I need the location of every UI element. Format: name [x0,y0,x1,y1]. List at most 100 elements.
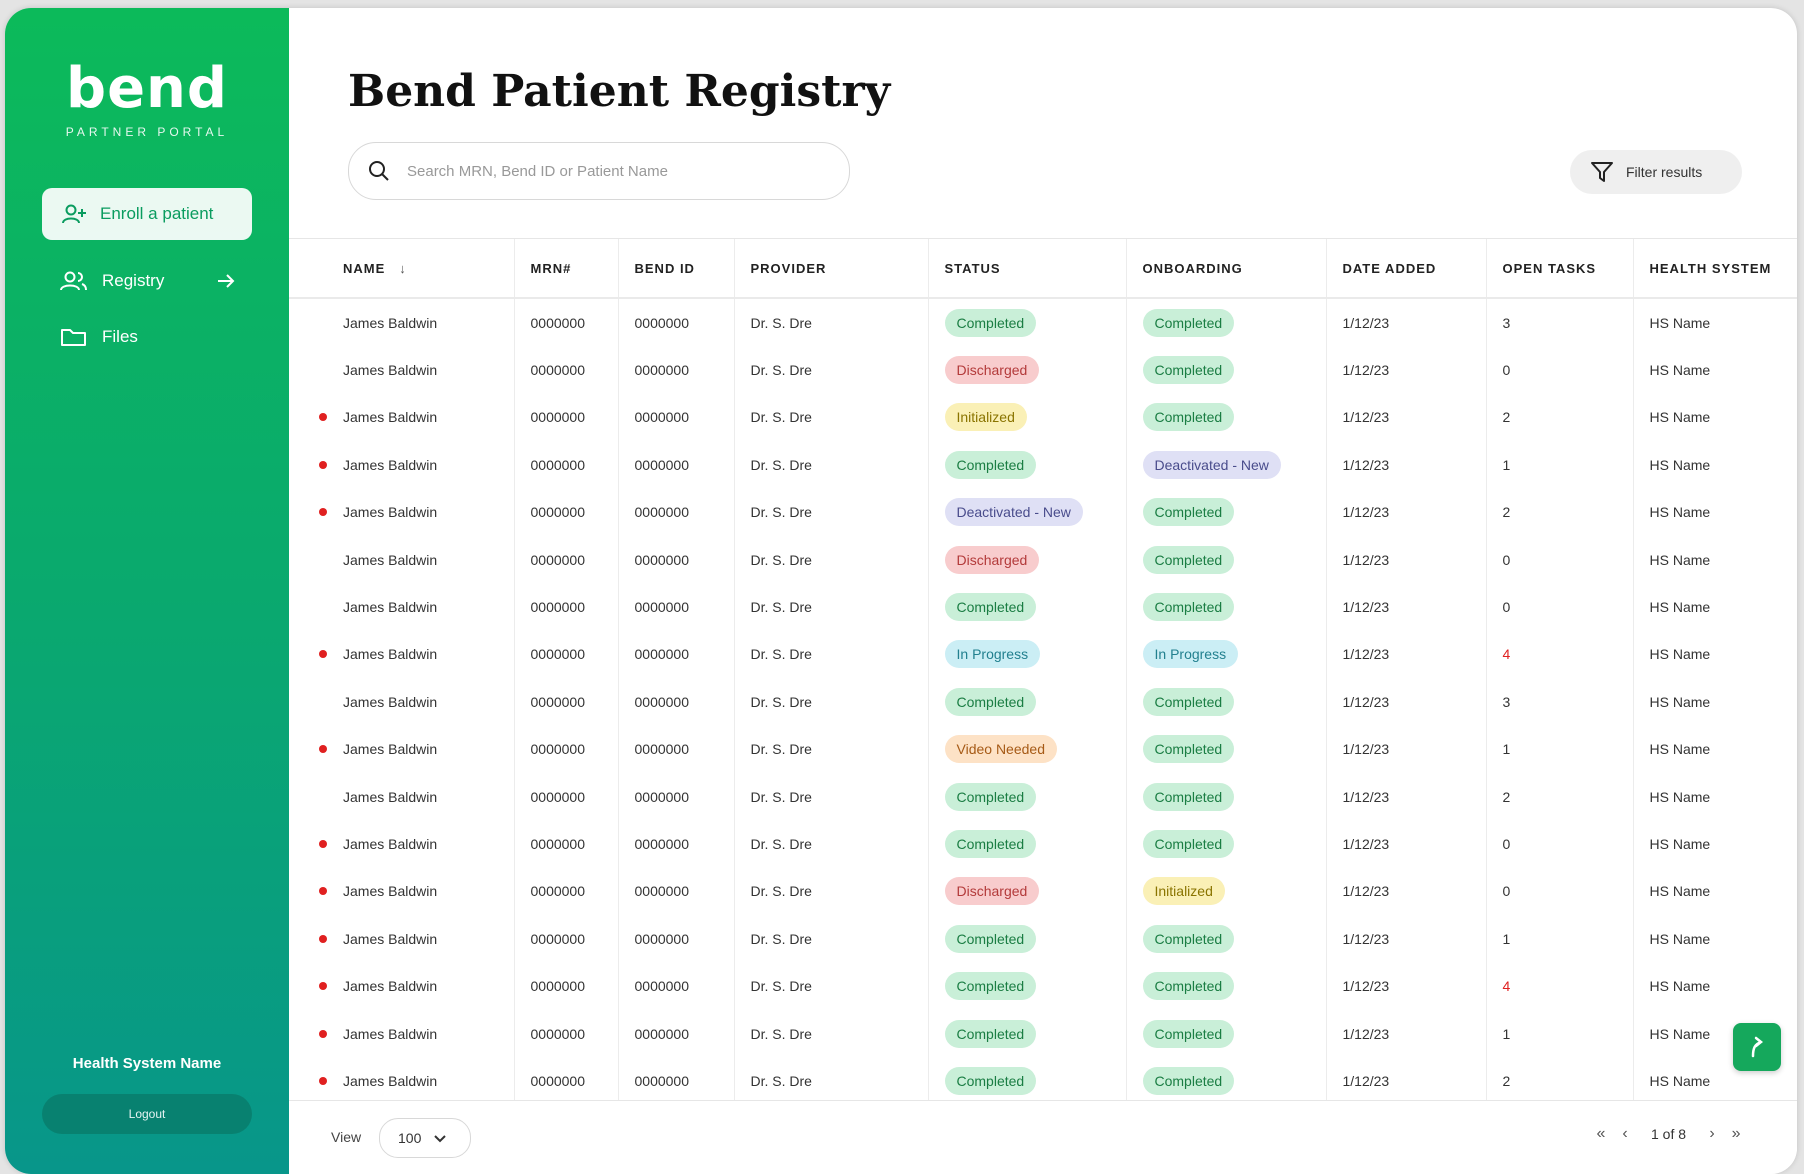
health-system-cell: HS Name [1633,772,1797,821]
health-system-cell: HS Name [1633,393,1797,442]
patient-name[interactable]: James Baldwin [343,694,437,710]
health-system-cell: HS Name [1633,630,1797,679]
patient-name-cell: James Baldwin [289,1057,515,1101]
next-page-icon[interactable]: › [1700,1125,1724,1143]
search-input[interactable] [405,161,809,181]
bend-id-cell: 0000000 [618,1009,735,1058]
patient-name[interactable]: James Baldwin [343,789,437,805]
first-page-icon[interactable]: « [1589,1125,1613,1143]
column-header-status[interactable]: STATUS [928,239,1127,299]
table-row[interactable]: James Baldwin 0000000 0000000 Dr. S. Dre Ini… [289,393,1797,442]
bend-id-cell: 0000000 [618,393,735,442]
onboarding-badge: Completed [1142,924,1235,953]
onboarding-cell: Completed [1126,962,1327,1010]
bend-id-cell: 0000000 [618,346,735,394]
column-header-provider[interactable]: PROVIDER [734,239,929,299]
table-row[interactable]: James Baldwin 0000000 0000000 Dr. S. Dre Com… [289,678,1797,726]
provider-cell: Dr. S. Dre [734,1057,929,1101]
page-size-select[interactable]: 100 [379,1118,471,1158]
open-tasks-cell: 4 [1486,962,1634,1010]
sidebar-item-files[interactable]: Files [60,326,138,348]
table-row[interactable]: James Baldwin 0000000 0000000 Dr. S. Dre Com… [289,915,1797,963]
view-label: View [331,1129,362,1145]
alert-dot-icon [319,887,327,896]
onboarding-cell: Completed [1126,820,1327,868]
patient-name-cell: James Baldwin [289,1009,515,1058]
onboarding-badge: Completed [1142,1066,1235,1095]
onboarding-cell: Completed [1126,535,1327,584]
status-cell: Initialized [928,393,1127,442]
table-row[interactable]: James Baldwin 0000000 0000000 Dr. S. Dre Com… [289,583,1797,631]
date-added-cell: 1/12/23 [1326,441,1487,489]
table-row[interactable]: James Baldwin 0000000 0000000 Dr. S. Dre Dis… [289,867,1797,916]
patient-name[interactable]: James Baldwin [343,931,437,947]
patient-name[interactable]: James Baldwin [343,836,437,852]
table-row[interactable]: James Baldwin 0000000 0000000 Dr. S. Dre Dis… [289,535,1797,584]
status-cell: In Progress [928,630,1127,679]
open-tasks-cell: 3 [1486,298,1634,347]
patient-name[interactable]: James Baldwin [343,599,437,615]
health-system-cell: HS Name [1633,867,1797,916]
status-badge: Completed [944,450,1037,479]
patient-name[interactable]: James Baldwin [343,1026,437,1042]
column-header-health-system[interactable]: HEALTH SYSTEM [1633,239,1797,299]
patient-name[interactable]: James Baldwin [343,978,437,994]
open-tasks-cell: 0 [1486,346,1634,394]
column-header-open-tasks[interactable]: OPEN TASKS [1486,239,1634,299]
patient-name[interactable]: James Baldwin [343,315,437,331]
alert-dot-icon [319,650,327,659]
filter-results-button[interactable]: Filter results [1570,150,1742,194]
table-row[interactable]: James Baldwin 0000000 0000000 Dr. S. Dre Vid… [289,725,1797,773]
table-row[interactable]: James Baldwin 0000000 0000000 Dr. S. Dre Com… [289,298,1797,347]
table-row[interactable]: James Baldwin 0000000 0000000 Dr. S. Dre Com… [289,820,1797,868]
table-row[interactable]: James Baldwin 0000000 0000000 Dr. S. Dre Com… [289,1057,1797,1101]
table-row[interactable]: James Baldwin 0000000 0000000 Dr. S. Dre Com… [289,441,1797,489]
provider-cell: Dr. S. Dre [734,820,929,868]
table-row[interactable]: James Baldwin 0000000 0000000 Dr. S. Dre Com… [289,1009,1797,1058]
logout-button[interactable]: Logout [42,1094,252,1134]
onboarding-badge: Initialized [1142,877,1225,906]
open-tasks-cell: 2 [1486,393,1634,442]
patient-name-cell: James Baldwin [289,346,515,394]
column-header-onboarding[interactable]: ONBOARDING [1126,239,1327,299]
onboarding-badge: Completed [1142,782,1235,811]
table-row[interactable]: James Baldwin 0000000 0000000 Dr. S. Dre In … [289,630,1797,679]
column-header-date-added[interactable]: DATE ADDED [1326,239,1487,299]
patient-name[interactable]: James Baldwin [343,552,437,568]
table-header-row: NAME ↓ MRN# BEND ID PROVIDER STATUS ONBOA… [289,239,1797,299]
patient-name[interactable]: James Baldwin [343,646,437,662]
patient-name[interactable]: James Baldwin [343,362,437,378]
search-box[interactable] [348,142,850,200]
patient-name[interactable]: James Baldwin [343,457,437,473]
onboarding-cell: Completed [1126,1057,1327,1101]
table-row[interactable]: James Baldwin 0000000 0000000 Dr. S. Dre Dea… [289,488,1797,536]
enroll-patient-label: Enroll a patient [100,204,214,223]
column-header-name[interactable]: NAME ↓ [289,239,515,299]
table-footer: View 100 « ‹ 1 of 8 › » [289,1100,1797,1174]
open-tasks-cell: 1 [1486,441,1634,489]
scroll-to-top-button[interactable] [1733,1023,1781,1071]
patient-name[interactable]: James Baldwin [343,409,437,425]
previous-page-icon[interactable]: ‹ [1613,1125,1637,1143]
patient-name[interactable]: James Baldwin [343,1073,437,1089]
enroll-patient-button[interactable]: Enroll a patient [42,188,252,240]
onboarding-cell: Completed [1126,1009,1327,1058]
patient-name[interactable]: James Baldwin [343,883,437,899]
sort-down-icon[interactable]: ↓ [399,261,407,276]
table-row[interactable]: James Baldwin 0000000 0000000 Dr. S. Dre Dis… [289,346,1797,394]
sidebar-item-registry[interactable]: Registry [60,270,250,292]
table-row[interactable]: James Baldwin 0000000 0000000 Dr. S. Dre Com… [289,962,1797,1010]
column-header-bend-id[interactable]: BEND ID [618,239,735,299]
patient-name[interactable]: James Baldwin [343,741,437,757]
arrow-up-icon [1751,1036,1764,1058]
onboarding-cell: Completed [1126,915,1327,963]
table-row[interactable]: James Baldwin 0000000 0000000 Dr. S. Dre Com… [289,772,1797,821]
last-page-icon[interactable]: » [1724,1125,1748,1143]
bend-id-cell: 0000000 [618,630,735,679]
column-header-mrn[interactable]: MRN# [514,239,619,299]
provider-cell: Dr. S. Dre [734,772,929,821]
patient-name[interactable]: James Baldwin [343,504,437,520]
mrn-cell: 0000000 [514,1057,619,1101]
bend-id-cell: 0000000 [618,488,735,536]
open-tasks-cell: 0 [1486,820,1634,868]
